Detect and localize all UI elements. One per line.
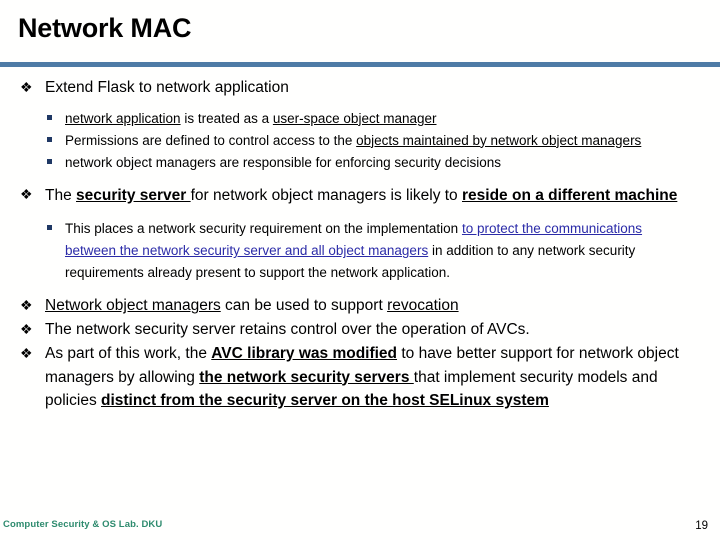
sub-bullet-network-application: network application is treated as a user… (32, 108, 696, 130)
b3-underline-2: revocation (387, 297, 459, 315)
square-bullet-icon (47, 225, 52, 231)
bullet-avc-control: ❖ The network security server retains co… (0, 318, 698, 342)
sub1-underline-1: network application (65, 110, 181, 126)
sub-bullet-network-security-requirement: This places a network security requireme… (32, 218, 696, 284)
bullet-avc-library: ❖ As part of this work, the AVC library … (0, 342, 698, 413)
sub1-b-underline: objects maintained by network object man… (356, 132, 642, 148)
b3-underline-1: Network object managers (45, 297, 221, 315)
page-title: Network MAC (18, 13, 192, 43)
b2-bold-underline-2: reside on a different machine (462, 186, 678, 204)
square-bullet-icon (47, 158, 52, 164)
bullet-list-level1: ❖ Extend Flask to network application ne… (0, 76, 720, 413)
bullet-extend-flask: ❖ Extend Flask to network application (0, 76, 698, 100)
b5-pre: As part of this work, the (45, 344, 212, 362)
sub-bullet-permissions: Permissions are defined to control acces… (32, 130, 696, 152)
sub-bullet-list-2: This places a network security requireme… (0, 218, 720, 284)
b4-label: The network security server retains cont… (45, 321, 530, 339)
title-divider (0, 62, 720, 67)
diamond-bullet-icon: ❖ (20, 186, 33, 203)
b2-pre: The (45, 186, 77, 204)
sub1-mid: is treated as a (180, 110, 273, 126)
sub-bullet-list-1: network application is treated as a user… (0, 108, 720, 174)
square-bullet-icon (47, 114, 52, 120)
slide-body: ❖ Extend Flask to network application ne… (0, 76, 720, 413)
square-bullet-icon (47, 136, 52, 142)
diamond-bullet-icon: ❖ (20, 320, 33, 337)
bullet-security-server: ❖ The security server for network object… (0, 184, 698, 208)
sub1-underline-2: user-space object manager (272, 110, 437, 126)
b3-mid: can be used to support (220, 297, 388, 315)
diamond-bullet-icon: ❖ (20, 78, 33, 95)
diamond-bullet-icon: ❖ (20, 297, 33, 314)
b5-bold-underline-1: AVC library was modified (211, 344, 398, 362)
bullet-extend-flask-label: Extend Flask to network application (45, 79, 289, 96)
footer-organization: Computer Security & OS Lab. DKU (3, 519, 163, 530)
diamond-bullet-icon: ❖ (20, 344, 33, 361)
b2-mid: for network object managers is likely to (190, 186, 462, 204)
sub2-pre: This places a network security requireme… (65, 221, 462, 237)
sub1-b-pre: Permissions are defined to control acces… (65, 132, 357, 148)
sub-bullet-enforcing: network object managers are responsible … (32, 152, 696, 174)
b5-bold-underline-2: the network security servers (199, 368, 414, 386)
bullet-revocation: ❖ Network object managers can be used to… (0, 294, 698, 318)
sub1-c-label: network object managers are responsible … (65, 154, 501, 170)
b5-bold-underline-3: distinct from the security server on the… (101, 392, 549, 410)
slide-page-number: 19 (695, 520, 708, 532)
b2-bold-underline-1: security server (76, 186, 191, 204)
